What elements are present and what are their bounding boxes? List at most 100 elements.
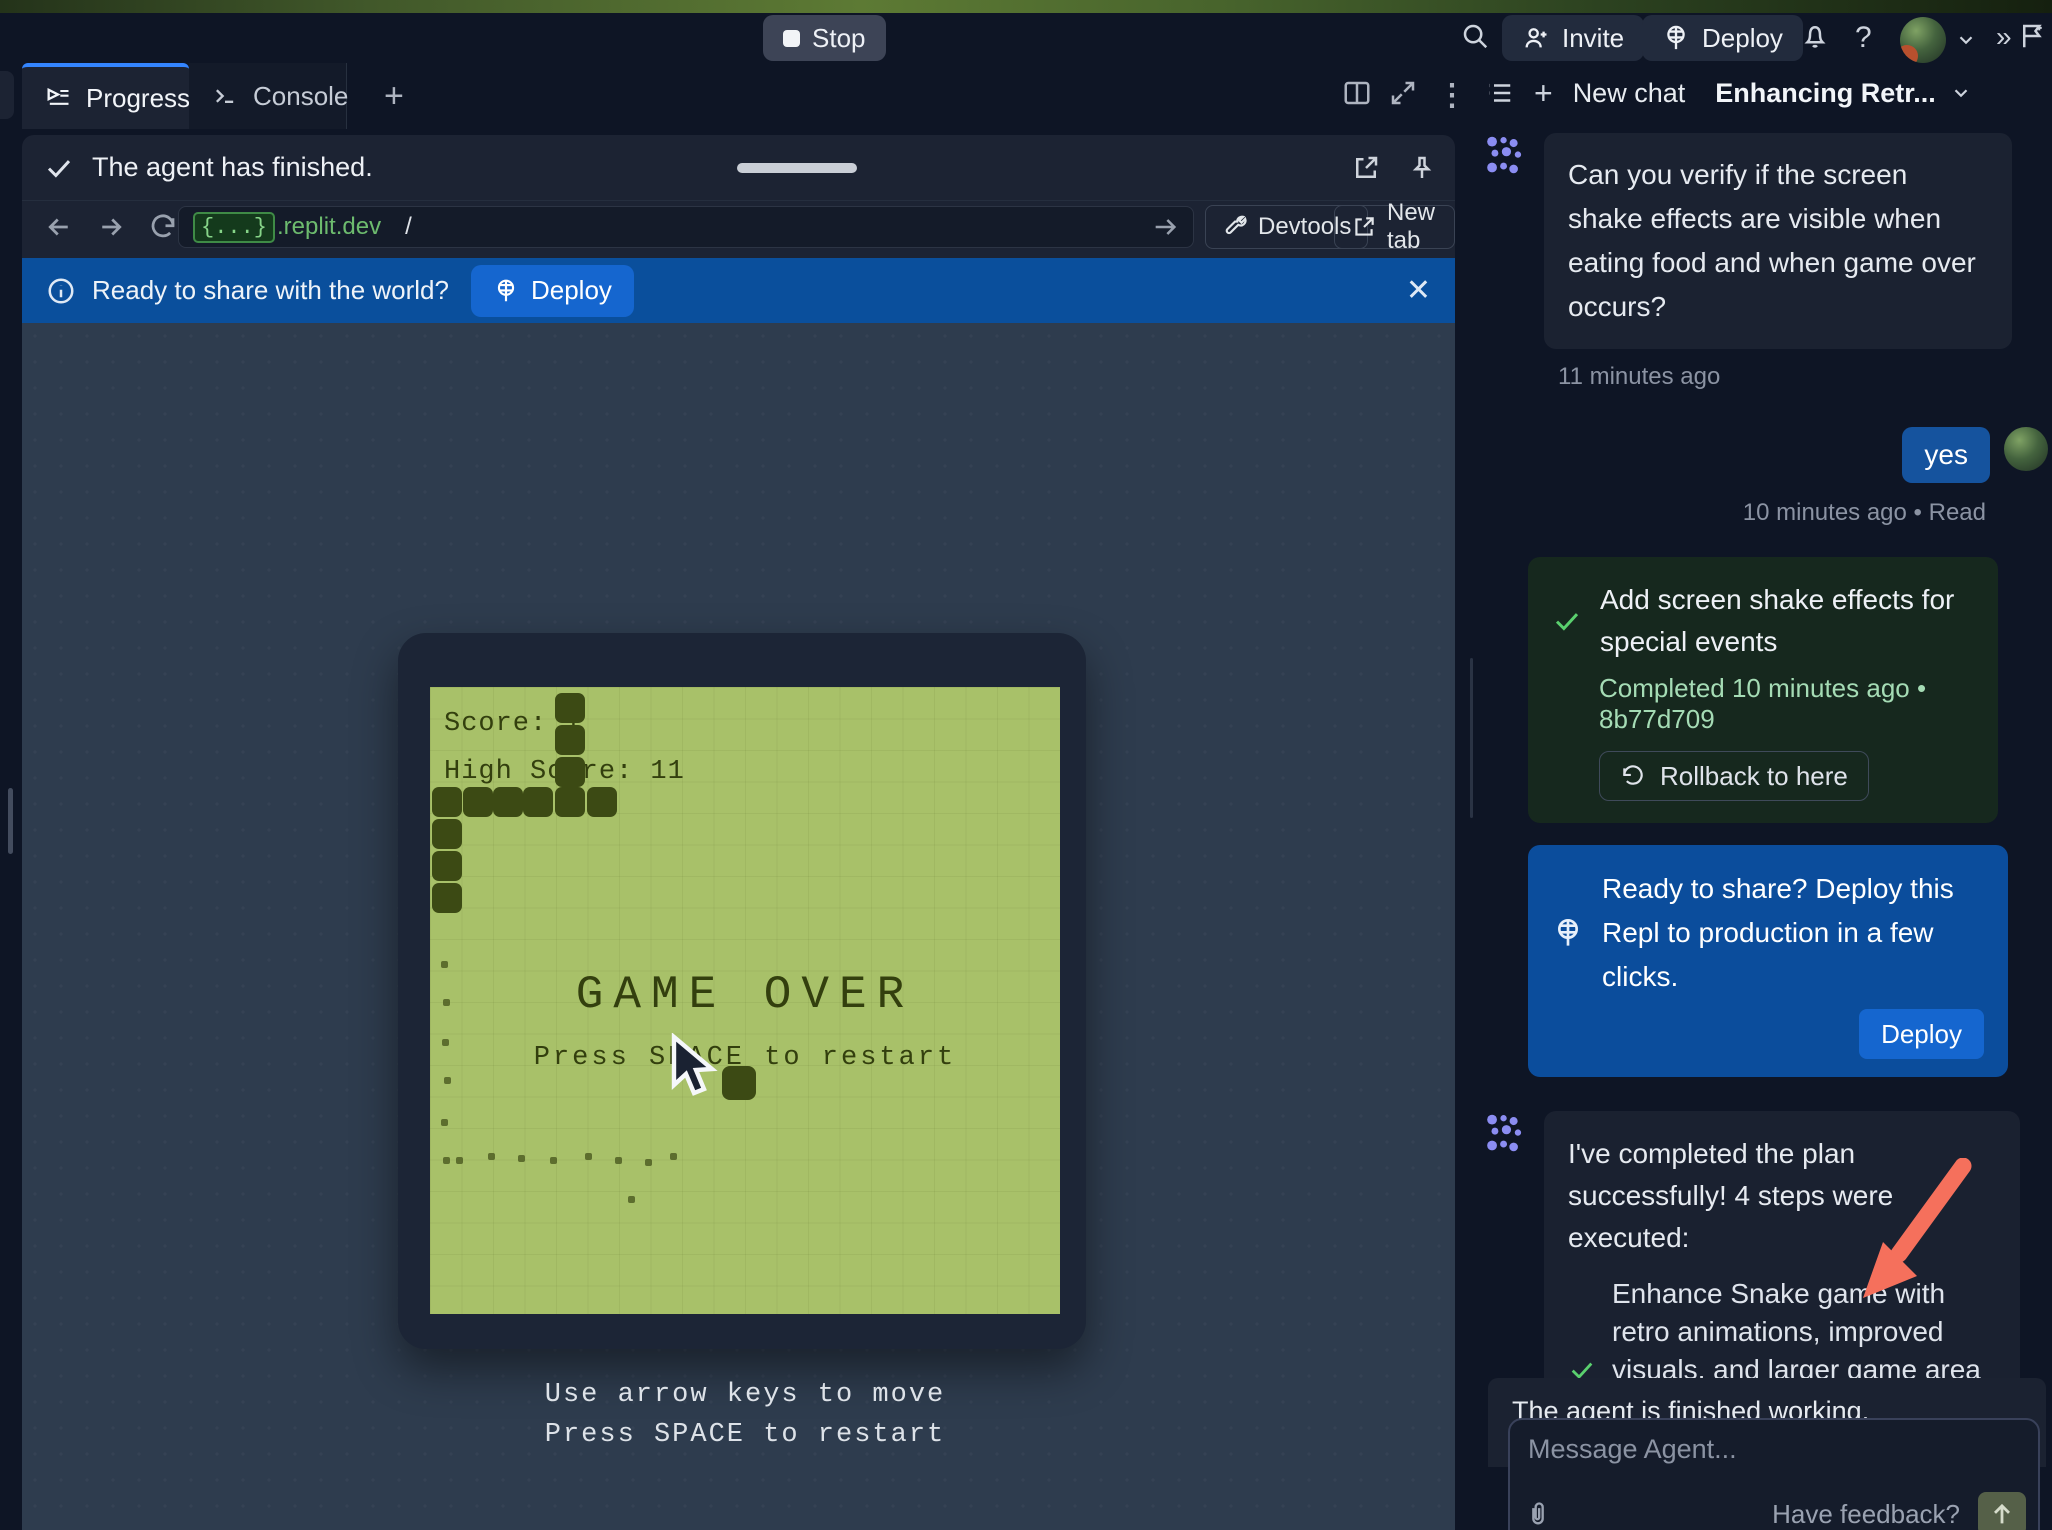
- message-meta: 10 minutes ago • Read: [1468, 499, 2052, 527]
- deploy-icon: [1662, 24, 1690, 52]
- tab-bar: Progress ✕ Console +: [22, 63, 1455, 129]
- tab-progress[interactable]: Progress ✕: [22, 63, 189, 129]
- snake-segment: [587, 787, 617, 817]
- particle-dot: [444, 1077, 451, 1084]
- kebab-menu-icon[interactable]: ⋮: [1437, 78, 1467, 113]
- search-icon[interactable]: [1460, 21, 1490, 56]
- forward-icon[interactable]: [96, 212, 126, 242]
- rollback-label: Rollback to here: [1660, 761, 1848, 792]
- rollback-button[interactable]: Rollback to here: [1599, 751, 1869, 801]
- particle-dot: [645, 1159, 652, 1166]
- chat-list-icon[interactable]: [1484, 78, 1514, 108]
- tab-console[interactable]: Console: [189, 63, 347, 129]
- particle-dot: [443, 1157, 450, 1164]
- dock-nub[interactable]: [0, 71, 14, 119]
- particle-dot: [670, 1153, 677, 1160]
- particle-dot: [518, 1155, 525, 1162]
- particle-dot: [441, 1119, 448, 1126]
- game-instructions: Use arrow keys to move Press SPACE to re…: [430, 1375, 1060, 1455]
- stop-button[interactable]: Stop: [763, 15, 886, 61]
- wrench-icon: [1222, 214, 1248, 240]
- new-chat-label[interactable]: New chat: [1573, 78, 1686, 109]
- paperclip-icon[interactable]: [1524, 1500, 1552, 1528]
- rollback-icon: [1620, 763, 1646, 789]
- repl-host-badge: {...}: [193, 212, 275, 243]
- have-feedback-link[interactable]: Have feedback?: [1772, 1499, 1960, 1530]
- particle-dot: [443, 999, 450, 1006]
- food-block: [722, 1066, 756, 1100]
- help-icon[interactable]: ?: [1855, 21, 1872, 55]
- agent-status-bar: The agent has finished.: [22, 135, 1455, 201]
- chevron-down-icon[interactable]: [1955, 29, 1977, 56]
- url-host: .replit.dev: [277, 213, 381, 241]
- webview-content: Score: 1 High Score: 11 GAME OVER Press …: [22, 323, 1455, 1530]
- snake-segment: [493, 787, 523, 817]
- new-tab-plus-icon[interactable]: +: [362, 63, 418, 129]
- new-tab-button[interactable]: New tab: [1334, 205, 1455, 249]
- external-link-icon: [1351, 214, 1377, 240]
- deploy-card-button[interactable]: Deploy: [1859, 1009, 1984, 1059]
- banner-deploy-button[interactable]: Deploy: [471, 265, 634, 317]
- terminal-icon: [211, 82, 239, 110]
- banner-close-icon[interactable]: ✕: [1406, 273, 1431, 308]
- chat-messages: Can you verify if the screen shake effec…: [1468, 133, 2052, 1530]
- go-arrow-icon[interactable]: [1151, 213, 1179, 241]
- stop-square-icon: [783, 30, 800, 47]
- thread-title[interactable]: Enhancing Retr...: [1715, 78, 1972, 109]
- invite-button[interactable]: Invite: [1502, 15, 1644, 61]
- browser-toolbar: {...} .replit.dev / Devtools New tab: [22, 201, 1455, 253]
- flag-plus-icon[interactable]: [2018, 21, 2048, 56]
- message-composer[interactable]: Have feedback?: [1508, 1418, 2040, 1530]
- stop-label: Stop: [812, 23, 866, 54]
- particle-dot: [442, 1039, 449, 1046]
- deploy-card: Ready to share? Deploy this Repl to prod…: [1528, 845, 2008, 1077]
- snake-segment: [432, 787, 462, 817]
- particle-dot: [550, 1157, 557, 1164]
- avatar[interactable]: [1900, 17, 1946, 63]
- particle-dot: [628, 1196, 635, 1203]
- new-chat-plus-icon[interactable]: +: [1534, 75, 1553, 112]
- particle-dot: [456, 1157, 463, 1164]
- particle-dot: [488, 1153, 495, 1160]
- send-button[interactable]: [1978, 1492, 2026, 1530]
- deploy-banner: Ready to share with the world? Deploy ✕: [22, 258, 1455, 323]
- pane-resize-handle[interactable]: [8, 788, 13, 854]
- popout-icon[interactable]: [1351, 153, 1381, 183]
- pin-icon[interactable]: [1407, 153, 1437, 183]
- deploy-button-top[interactable]: Deploy: [1642, 15, 1803, 61]
- message-input[interactable]: [1528, 1434, 1948, 1478]
- message-timestamp: 11 minutes ago: [1558, 363, 2052, 391]
- chevron-down-icon: [1950, 82, 1972, 104]
- info-icon: [46, 276, 76, 306]
- check-icon: [1552, 579, 1582, 663]
- snake-segment: [555, 787, 585, 817]
- snake-segment: [555, 693, 585, 723]
- checkpoint-title: Add screen shake effects for special eve…: [1600, 579, 1974, 663]
- chat-header: + New chat Enhancing Retr...: [1468, 63, 2052, 123]
- notifications-bell-icon[interactable]: [1800, 21, 1830, 56]
- drag-handle[interactable]: [737, 163, 857, 173]
- banner-text: Ready to share with the world?: [92, 275, 449, 306]
- agent-status-text: The agent has finished.: [92, 152, 373, 183]
- double-chevron-icon[interactable]: »: [1996, 21, 2012, 53]
- refresh-icon[interactable]: [148, 212, 178, 242]
- game-over-text: GAME OVER: [430, 969, 1060, 1021]
- deploy-icon: [493, 278, 519, 304]
- banner-deploy-label: Deploy: [531, 275, 612, 306]
- url-input[interactable]: {...} .replit.dev /: [178, 206, 1194, 248]
- agent-logo-icon: [1482, 1111, 1528, 1157]
- snake-segment: [463, 787, 493, 817]
- user-message-bubble: yes: [1902, 427, 1990, 483]
- back-icon[interactable]: [44, 212, 74, 242]
- snake-segment: [432, 851, 462, 881]
- game-screen[interactable]: Score: 1 High Score: 11 GAME OVER Press …: [430, 687, 1060, 1314]
- tab-progress-label: Progress: [86, 83, 190, 114]
- snake-segment: [555, 725, 585, 755]
- url-path: /: [405, 213, 412, 241]
- agent-chat-panel: + New chat Enhancing Retr... Can you ver…: [1468, 63, 2052, 1530]
- webview-pane: The agent has finished. {.: [22, 135, 1455, 1530]
- thread-title-text: Enhancing Retr...: [1715, 78, 1936, 109]
- expand-icon[interactable]: [1388, 78, 1418, 113]
- deploy-label: Deploy: [1702, 23, 1783, 54]
- split-pane-icon[interactable]: [1342, 78, 1372, 113]
